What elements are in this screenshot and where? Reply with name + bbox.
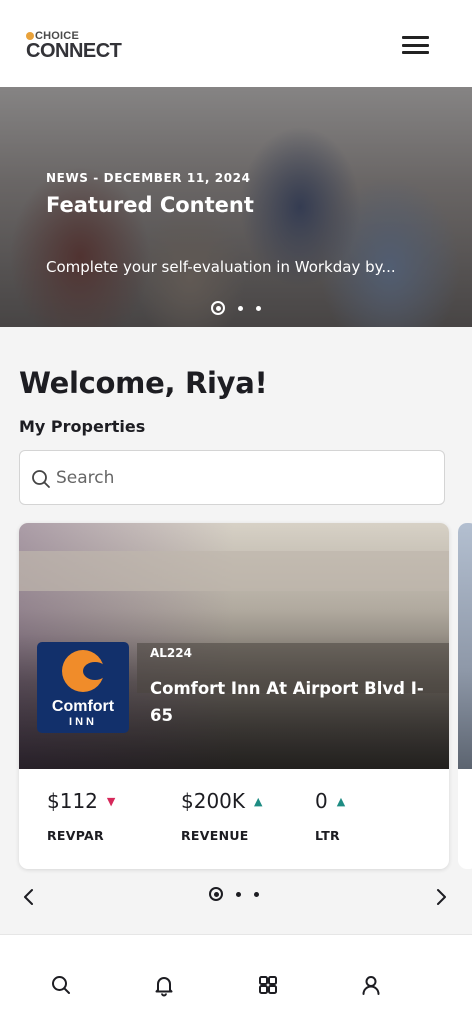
chevron-right-icon[interactable] — [434, 887, 448, 907]
featured-hero-banner[interactable]: NEWS - DECEMBER 11, 2024 Featured Conten… — [0, 87, 472, 327]
logo-sub-text: INN — [69, 716, 97, 728]
logo-dot-icon — [26, 32, 34, 40]
search-input[interactable] — [56, 465, 436, 491]
comfort-inn-logo: Comfort INN — [37, 642, 129, 733]
metric-label: REVENUE — [181, 828, 249, 843]
property-dot-active[interactable] — [209, 887, 223, 901]
metric-ltr: 0 ▲ LTR — [315, 789, 345, 843]
search-icon — [32, 470, 50, 488]
hero-dot-active[interactable] — [211, 301, 225, 315]
chevron-left-icon[interactable] — [22, 887, 36, 907]
metric-value: $200K — [181, 789, 246, 813]
property-dot[interactable] — [236, 891, 241, 897]
my-properties-title: My Properties — [19, 417, 146, 436]
bottom-navigation — [0, 934, 472, 1024]
metric-value: $112 — [47, 789, 98, 813]
metric-revenue: $200K ▲ REVENUE — [181, 789, 262, 843]
next-property-card-peek[interactable] — [458, 523, 472, 869]
hero-pagination-dots — [211, 301, 261, 315]
property-search-box[interactable] — [19, 450, 445, 505]
user-icon[interactable] — [359, 973, 383, 997]
trend-down-icon: ▼ — [106, 794, 116, 808]
property-card[interactable]: Comfort INN AL224 Comfort Inn At Airport… — [19, 523, 449, 869]
property-pagination-dots — [209, 887, 259, 901]
hero-dot[interactable] — [256, 305, 261, 311]
metric-revpar: $112 ▼ REVPAR — [47, 789, 115, 843]
app-header: CHOICE CONNECT — [0, 0, 472, 87]
hero-news-tag: NEWS - DECEMBER 11, 2024 — [46, 171, 251, 185]
logo-brand-big: CONNECT — [26, 40, 122, 62]
hero-dot[interactable] — [238, 305, 243, 311]
property-name: Comfort Inn At Airport Blvd I-65 — [150, 679, 424, 725]
property-code: AL224 — [150, 646, 192, 660]
choice-connect-logo[interactable]: CHOICE CONNECT — [26, 30, 122, 62]
photo-ceiling-beam — [19, 551, 449, 591]
bell-icon[interactable] — [152, 973, 176, 997]
hero-subtitle: Complete your self-evaluation in Workday… — [46, 258, 396, 276]
property-dot[interactable] — [254, 891, 259, 897]
logo-brand-text: Comfort — [51, 698, 115, 715]
hamburger-menu-icon[interactable] — [402, 36, 430, 54]
search-icon[interactable] — [49, 973, 73, 997]
metric-value: 0 — [315, 789, 328, 813]
metric-label: REVPAR — [47, 828, 104, 843]
metric-label: LTR — [315, 828, 340, 843]
trend-up-icon: ▲ — [254, 794, 263, 808]
welcome-heading: Welcome, Riya! — [19, 366, 268, 400]
trend-up-icon: ▲ — [336, 794, 346, 808]
grid-icon[interactable] — [256, 973, 280, 997]
hero-title: Featured Content — [46, 193, 254, 217]
